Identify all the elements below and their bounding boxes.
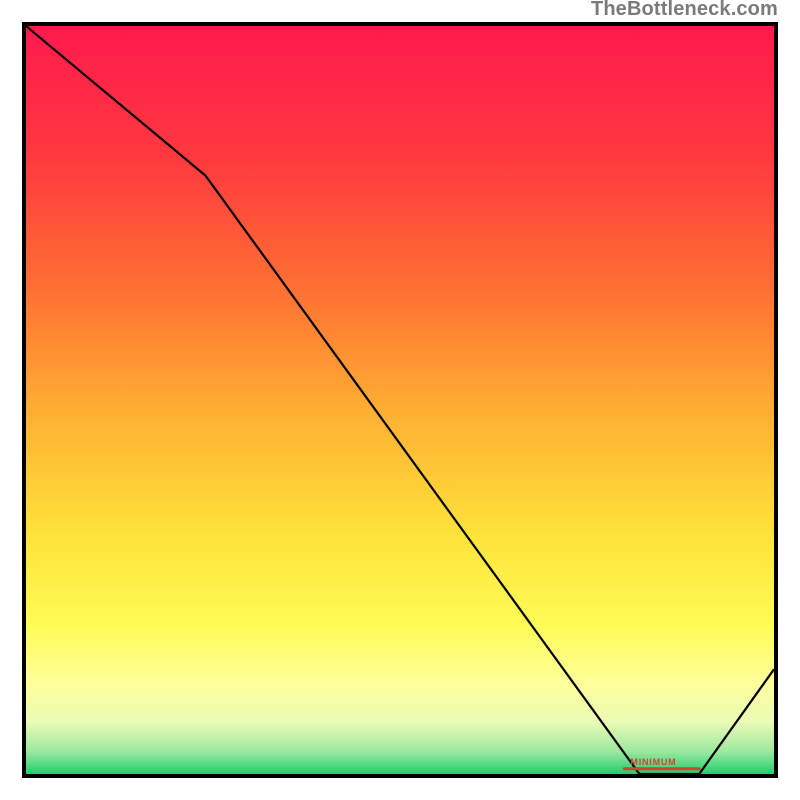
minimum-label: MINIMUM: [630, 757, 676, 767]
line-layer: [26, 26, 774, 774]
chart-root: TheBottleneck.com MINIMUM: [0, 0, 800, 800]
plot-area: MINIMUM: [22, 22, 778, 778]
bottleneck-curve: [26, 26, 774, 774]
watermark-text: TheBottleneck.com: [591, 0, 778, 21]
